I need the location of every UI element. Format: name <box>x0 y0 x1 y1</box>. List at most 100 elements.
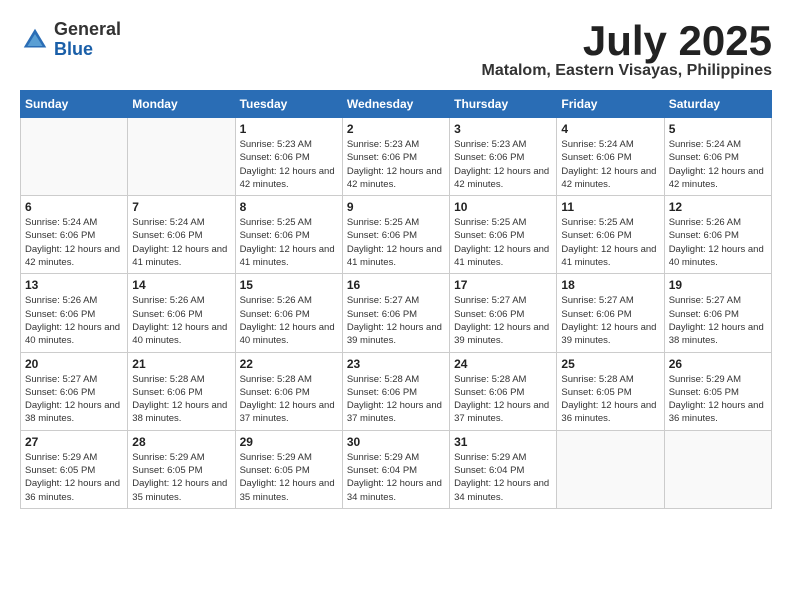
calendar-week-row: 20Sunrise: 5:27 AMSunset: 6:06 PMDayligh… <box>21 352 772 430</box>
day-info: Sunrise: 5:25 AMSunset: 6:06 PMDaylight:… <box>561 216 659 269</box>
day-info: Sunrise: 5:23 AMSunset: 6:06 PMDaylight:… <box>454 138 552 191</box>
table-row: 25 Sunrise: 5:28 AMSunset: 6:05 PMDayligh… <box>557 352 664 430</box>
day-info: Sunrise: 5:26 AMSunset: 6:06 PMDaylight:… <box>669 216 767 269</box>
table-row: 26Sunrise: 5:29 AMSunset: 6:05 PMDayligh… <box>664 352 771 430</box>
day-info: Sunrise: 5:25 AMSunset: 6:06 PMDaylight:… <box>347 216 445 269</box>
calendar-week-row: 6 Sunrise: 5:24 AMSunset: 6:06 PMDaylight… <box>21 196 772 274</box>
header-friday: Friday <box>557 91 664 118</box>
day-info: Sunrise: 5:24 AMSunset: 6:06 PMDaylight:… <box>25 216 123 269</box>
table-row: 10Sunrise: 5:25 AMSunset: 6:06 PMDayligh… <box>450 196 557 274</box>
day-number: 18 <box>561 278 659 292</box>
calendar-table: Sunday Monday Tuesday Wednesday Thursday… <box>20 90 772 509</box>
table-row: 27 Sunrise: 5:29 AMSunset: 6:05 PMDayligh… <box>21 430 128 508</box>
logo-icon <box>20 25 50 55</box>
table-row: 7Sunrise: 5:24 AMSunset: 6:06 PMDaylight… <box>128 196 235 274</box>
day-info: Sunrise: 5:29 AMSunset: 6:05 PMDaylight:… <box>669 373 767 426</box>
table-row: 28 Sunrise: 5:29 AMSunset: 6:05 PMDayligh… <box>128 430 235 508</box>
table-row <box>21 118 128 196</box>
day-info: Sunrise: 5:25 AMSunset: 6:06 PMDaylight:… <box>454 216 552 269</box>
page-header: General Blue July 2025 Matalom, Eastern … <box>20 20 772 80</box>
table-row: 20Sunrise: 5:27 AMSunset: 6:06 PMDayligh… <box>21 352 128 430</box>
table-row: 8Sunrise: 5:25 AMSunset: 6:06 PMDaylight… <box>235 196 342 274</box>
header-thursday: Thursday <box>450 91 557 118</box>
day-info: Sunrise: 5:28 AMSunset: 6:06 PMDaylight:… <box>347 373 445 426</box>
day-number: 11 <box>561 200 659 214</box>
day-number: 19 <box>669 278 767 292</box>
day-info: Sunrise: 5:27 AMSunset: 6:06 PMDaylight:… <box>347 294 445 347</box>
location-title: Matalom, Eastern Visayas, Philippines <box>482 62 772 80</box>
day-number: 25 <box>561 357 659 371</box>
table-row: 4 Sunrise: 5:24 AMSunset: 6:06 PMDaylight… <box>557 118 664 196</box>
month-title: July 2025 <box>482 20 772 62</box>
table-row: 16 Sunrise: 5:27 AMSunset: 6:06 PMDayligh… <box>342 274 449 352</box>
table-row: 21Sunrise: 5:28 AMSunset: 6:06 PMDayligh… <box>128 352 235 430</box>
table-row <box>128 118 235 196</box>
day-number: 29 <box>240 435 338 449</box>
day-info: Sunrise: 5:29 AMSunset: 6:05 PMDaylight:… <box>132 451 230 504</box>
day-info: Sunrise: 5:24 AMSunset: 6:06 PMDaylight:… <box>561 138 659 191</box>
day-number: 8 <box>240 200 338 214</box>
table-row: 29Sunrise: 5:29 AMSunset: 6:05 PMDayligh… <box>235 430 342 508</box>
table-row: 15Sunrise: 5:26 AMSunset: 6:06 PMDayligh… <box>235 274 342 352</box>
table-row: 24 Sunrise: 5:28 AMSunset: 6:06 PMDayligh… <box>450 352 557 430</box>
calendar-week-row: 13Sunrise: 5:26 AMSunset: 6:06 PMDayligh… <box>21 274 772 352</box>
table-row: 6 Sunrise: 5:24 AMSunset: 6:06 PMDaylight… <box>21 196 128 274</box>
day-info: Sunrise: 5:29 AMSunset: 6:05 PMDaylight:… <box>25 451 123 504</box>
day-number: 15 <box>240 278 338 292</box>
day-number: 16 <box>347 278 445 292</box>
header-sunday: Sunday <box>21 91 128 118</box>
table-row: 19Sunrise: 5:27 AMSunset: 6:06 PMDayligh… <box>664 274 771 352</box>
day-info: Sunrise: 5:28 AMSunset: 6:06 PMDaylight:… <box>240 373 338 426</box>
day-number: 4 <box>561 122 659 136</box>
day-number: 1 <box>240 122 338 136</box>
logo-general: General <box>54 19 121 39</box>
day-info: Sunrise: 5:24 AMSunset: 6:06 PMDaylight:… <box>669 138 767 191</box>
day-number: 12 <box>669 200 767 214</box>
day-info: Sunrise: 5:29 AMSunset: 6:04 PMDaylight:… <box>454 451 552 504</box>
header-tuesday: Tuesday <box>235 91 342 118</box>
table-row: 23 Sunrise: 5:28 AMSunset: 6:06 PMDayligh… <box>342 352 449 430</box>
day-number: 22 <box>240 357 338 371</box>
day-number: 6 <box>25 200 123 214</box>
day-number: 17 <box>454 278 552 292</box>
day-number: 27 <box>25 435 123 449</box>
day-number: 2 <box>347 122 445 136</box>
day-info: Sunrise: 5:27 AMSunset: 6:06 PMDaylight:… <box>454 294 552 347</box>
calendar-week-row: 1 Sunrise: 5:23 AMSunset: 6:06 PMDaylight… <box>21 118 772 196</box>
day-number: 31 <box>454 435 552 449</box>
logo-text: General Blue <box>54 20 121 60</box>
logo: General Blue <box>20 20 121 60</box>
table-row: 12 Sunrise: 5:26 AMSunset: 6:06 PMDayligh… <box>664 196 771 274</box>
calendar-header-row: Sunday Monday Tuesday Wednesday Thursday… <box>21 91 772 118</box>
table-row: 17 Sunrise: 5:27 AMSunset: 6:06 PMDayligh… <box>450 274 557 352</box>
day-number: 3 <box>454 122 552 136</box>
day-number: 28 <box>132 435 230 449</box>
header-saturday: Saturday <box>664 91 771 118</box>
day-info: Sunrise: 5:23 AMSunset: 6:06 PMDaylight:… <box>347 138 445 191</box>
table-row <box>664 430 771 508</box>
table-row: 2 Sunrise: 5:23 AMSunset: 6:06 PMDaylight… <box>342 118 449 196</box>
table-row: 3 Sunrise: 5:23 AMSunset: 6:06 PMDaylight… <box>450 118 557 196</box>
table-row: 22 Sunrise: 5:28 AMSunset: 6:06 PMDayligh… <box>235 352 342 430</box>
day-info: Sunrise: 5:28 AMSunset: 6:06 PMDaylight:… <box>454 373 552 426</box>
header-monday: Monday <box>128 91 235 118</box>
day-number: 9 <box>347 200 445 214</box>
day-info: Sunrise: 5:23 AMSunset: 6:06 PMDaylight:… <box>240 138 338 191</box>
day-number: 23 <box>347 357 445 371</box>
day-info: Sunrise: 5:28 AMSunset: 6:05 PMDaylight:… <box>561 373 659 426</box>
day-info: Sunrise: 5:24 AMSunset: 6:06 PMDaylight:… <box>132 216 230 269</box>
table-row: 11 Sunrise: 5:25 AMSunset: 6:06 PMDayligh… <box>557 196 664 274</box>
title-block: July 2025 Matalom, Eastern Visayas, Phil… <box>482 20 772 80</box>
logo-blue: Blue <box>54 39 93 59</box>
day-number: 20 <box>25 357 123 371</box>
table-row: 18 Sunrise: 5:27 AMSunset: 6:06 PMDayligh… <box>557 274 664 352</box>
table-row: 30Sunrise: 5:29 AMSunset: 6:04 PMDayligh… <box>342 430 449 508</box>
day-info: Sunrise: 5:26 AMSunset: 6:06 PMDaylight:… <box>132 294 230 347</box>
calendar-week-row: 27 Sunrise: 5:29 AMSunset: 6:05 PMDayligh… <box>21 430 772 508</box>
day-number: 5 <box>669 122 767 136</box>
table-row: 9 Sunrise: 5:25 AMSunset: 6:06 PMDaylight… <box>342 196 449 274</box>
table-row: 1 Sunrise: 5:23 AMSunset: 6:06 PMDaylight… <box>235 118 342 196</box>
day-info: Sunrise: 5:27 AMSunset: 6:06 PMDaylight:… <box>561 294 659 347</box>
day-number: 21 <box>132 357 230 371</box>
day-number: 24 <box>454 357 552 371</box>
